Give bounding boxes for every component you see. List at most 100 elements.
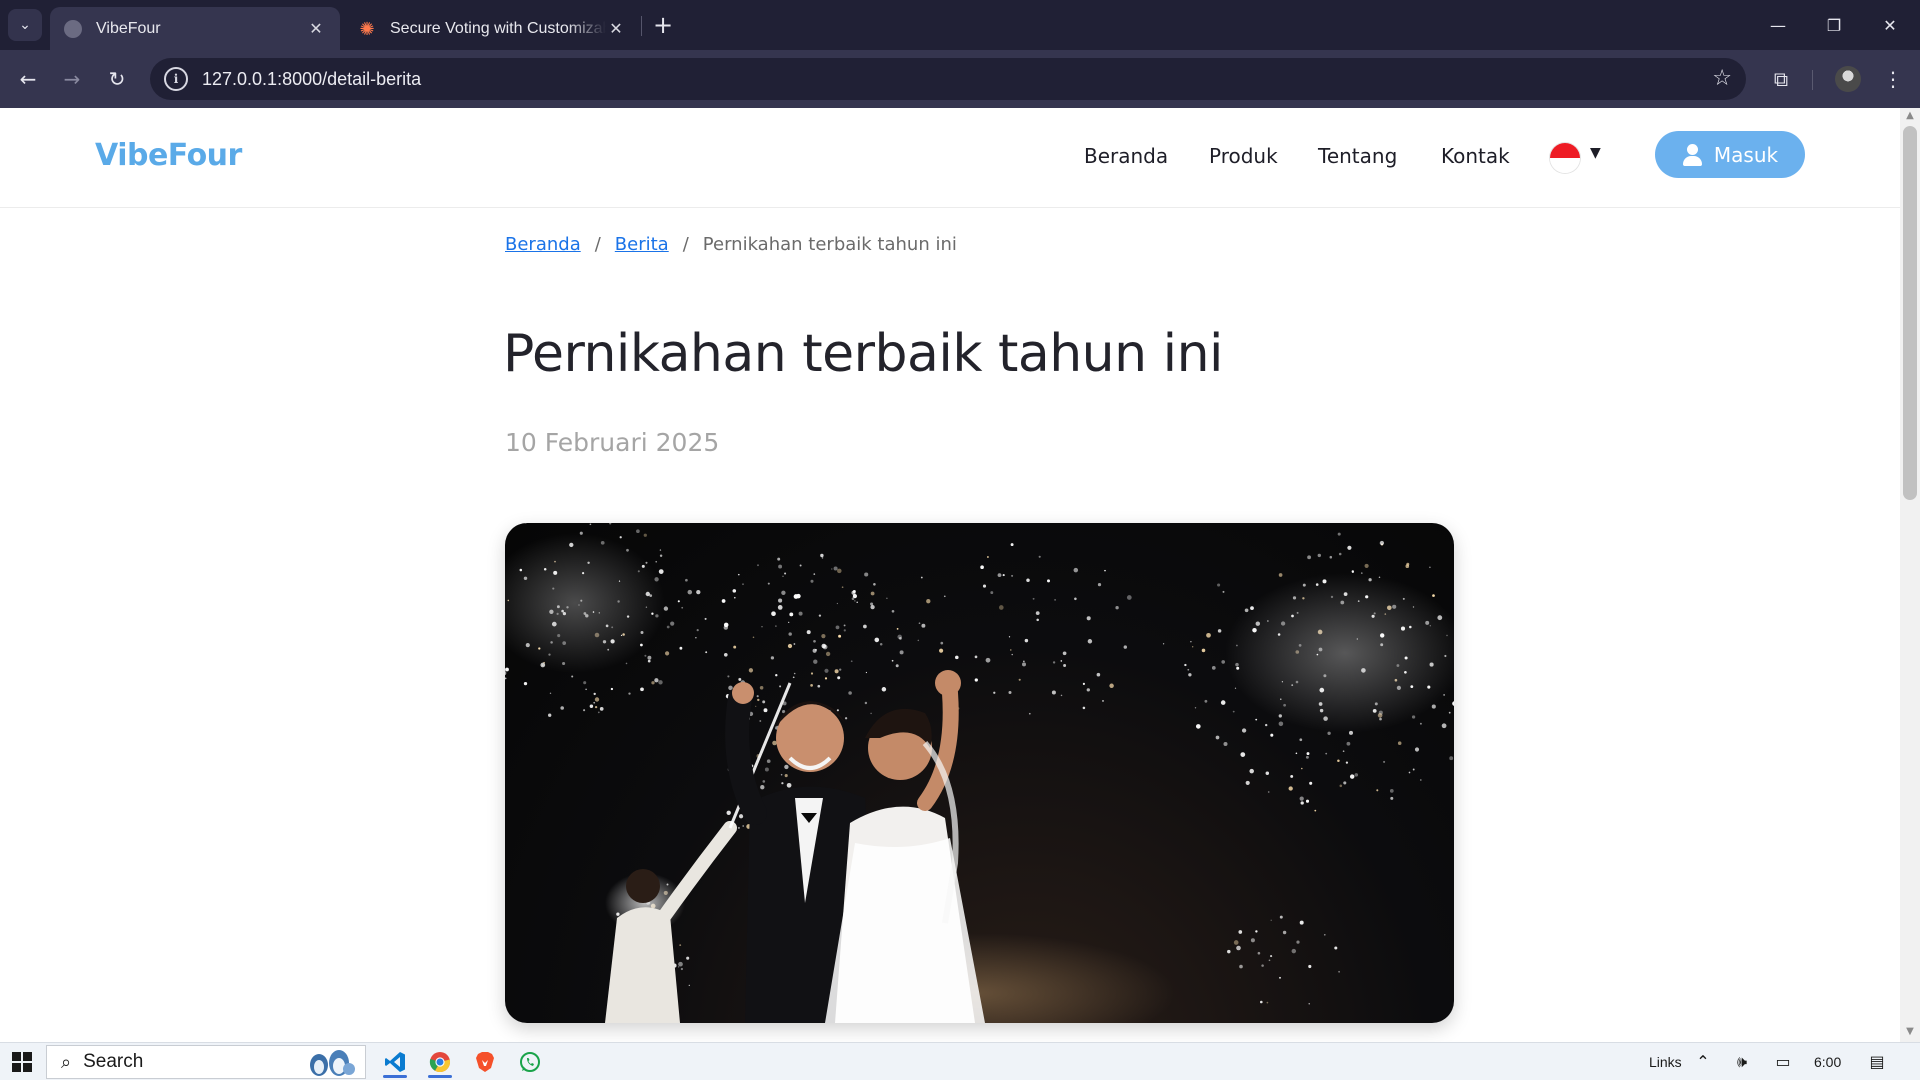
browser-tab-inactive[interactable]: ✺ Secure Voting with Customizable ✕ <box>344 7 640 50</box>
windows-start-icon[interactable] <box>12 1052 32 1072</box>
spark-particle <box>1008 690 1012 695</box>
spark-particle <box>1290 774 1294 778</box>
spark-particle <box>806 630 811 635</box>
spark-particle <box>658 569 664 574</box>
spark-particle <box>1299 920 1304 925</box>
site-info-icon[interactable]: i <box>164 67 188 91</box>
window-close-button[interactable]: ✕ <box>1862 0 1918 50</box>
spark-particle <box>1023 660 1025 662</box>
spark-particle <box>1162 643 1165 645</box>
more-menu-icon[interactable]: ⋮ <box>1878 64 1908 94</box>
back-button[interactable]: ← <box>13 64 43 94</box>
spark-particle <box>1188 673 1192 677</box>
minimize-button[interactable]: — <box>1750 0 1806 50</box>
spark-particle <box>1317 553 1322 558</box>
volume-icon[interactable]: 🕪 <box>1731 1051 1753 1073</box>
spark-particle <box>696 628 699 632</box>
spark-particle <box>1414 747 1420 752</box>
scroll-up-arrow-icon[interactable]: ▲ <box>1900 110 1920 124</box>
spark-particle <box>815 648 817 651</box>
spark-particle <box>841 586 844 589</box>
spark-particle <box>810 684 813 687</box>
breadcrumb-section-link[interactable]: Berita <box>615 234 669 255</box>
spark-particle <box>1062 651 1067 656</box>
taskbar-search-box[interactable]: ⌕ Search <box>46 1045 366 1079</box>
spark-particle <box>1233 940 1239 945</box>
taskbar-vscode[interactable] <box>375 1046 415 1078</box>
spark-particle <box>761 626 763 628</box>
url-text[interactable]: 127.0.0.1:8000/detail-berita <box>202 69 421 90</box>
tab-search-button[interactable]: ⌄ <box>8 9 42 41</box>
spark-particle <box>752 636 755 639</box>
reload-button[interactable]: ↻ <box>102 64 132 94</box>
spark-particle <box>895 664 899 668</box>
spark-particle <box>1026 578 1030 582</box>
caret-down-icon[interactable]: ▼ <box>1590 145 1601 161</box>
spark-particle <box>742 825 745 827</box>
spark-particle <box>723 622 729 628</box>
bookmark-star-icon[interactable]: ☆ <box>1712 66 1732 92</box>
nav-link-kontak[interactable]: Kontak <box>1441 144 1510 168</box>
battery-icon[interactable]: ▭ <box>1772 1051 1794 1073</box>
nav-link-produk[interactable]: Produk <box>1209 144 1278 168</box>
spark-particle <box>788 621 790 624</box>
spark-particle <box>786 782 792 788</box>
spark-particle <box>782 575 784 578</box>
extensions-icon[interactable]: ⧉ <box>1766 64 1796 94</box>
spark-particle <box>1227 949 1231 954</box>
nav-link-tentang[interactable]: Tentang <box>1318 144 1397 168</box>
breadcrumb-home-link[interactable]: Beranda <box>505 234 581 255</box>
restore-button[interactable]: ❐ <box>1806 0 1862 50</box>
spark-particle <box>687 589 693 595</box>
spark-particle <box>852 589 856 594</box>
profile-avatar[interactable] <box>1835 66 1861 92</box>
spark-particle <box>726 810 731 815</box>
spark-particle <box>1109 683 1114 689</box>
forward-button[interactable]: → <box>57 64 87 94</box>
new-tab-button[interactable]: + <box>648 10 678 40</box>
chevron-down-icon: ⌄ <box>19 17 31 33</box>
login-button[interactable]: Masuk <box>1655 131 1805 178</box>
clock-time[interactable]: 6:00 <box>1814 1054 1841 1070</box>
spark-particle <box>881 687 887 692</box>
site-logo[interactable]: VibeFour <box>95 138 242 173</box>
spark-particle <box>1217 583 1221 587</box>
bride-figure <box>825 670 985 1023</box>
scroll-down-arrow-icon[interactable]: ▼ <box>1900 1026 1920 1040</box>
close-icon[interactable]: ✕ <box>306 19 326 39</box>
indonesia-flag-icon[interactable] <box>1550 143 1580 173</box>
links-toolbar-label[interactable]: Links <box>1649 1054 1682 1070</box>
browser-tab-strip: ⌄ VibeFour ✕ ✺ Secure Voting with Custom… <box>0 0 1920 50</box>
spark-particle <box>686 956 690 960</box>
breadcrumb-separator: / <box>594 234 601 255</box>
chevron-up-icon[interactable]: ⌃ <box>1692 1051 1714 1073</box>
spark-particle <box>1299 738 1303 742</box>
spark-particle <box>1201 648 1206 653</box>
scrollbar-thumb[interactable] <box>1903 126 1917 500</box>
spark-particle <box>1220 700 1226 705</box>
spark-particle <box>759 686 764 690</box>
page-scrollbar[interactable]: ▲ ▼ <box>1900 108 1920 1042</box>
breadcrumb-current: Pernikahan terbaik tahun ini <box>702 234 957 255</box>
spark-particle <box>793 643 796 645</box>
spark-particle <box>848 691 852 695</box>
browser-tab-active[interactable]: VibeFour ✕ <box>50 7 340 50</box>
notifications-icon[interactable]: ▤ <box>1866 1051 1888 1073</box>
spark-particle <box>643 533 647 537</box>
close-icon[interactable]: ✕ <box>606 19 626 39</box>
address-bar[interactable]: i 127.0.0.1:8000/detail-berita ☆ <box>150 58 1746 100</box>
nav-link-beranda[interactable]: Beranda <box>1084 144 1168 168</box>
taskbar-search-text: Search <box>83 1051 144 1072</box>
tab-divider <box>641 16 642 36</box>
vscode-icon <box>385 1052 405 1072</box>
spark-particle <box>810 672 814 675</box>
spark-particle <box>1347 545 1352 550</box>
spark-particle <box>1305 755 1309 759</box>
taskbar-brave[interactable] <box>465 1046 505 1078</box>
taskbar-chrome[interactable] <box>420 1046 460 1078</box>
spark-particle <box>1337 532 1341 536</box>
spark-particle <box>1184 663 1187 667</box>
spark-particle <box>896 628 899 630</box>
spark-particle <box>1383 760 1386 763</box>
taskbar-whatsapp[interactable] <box>510 1046 550 1078</box>
